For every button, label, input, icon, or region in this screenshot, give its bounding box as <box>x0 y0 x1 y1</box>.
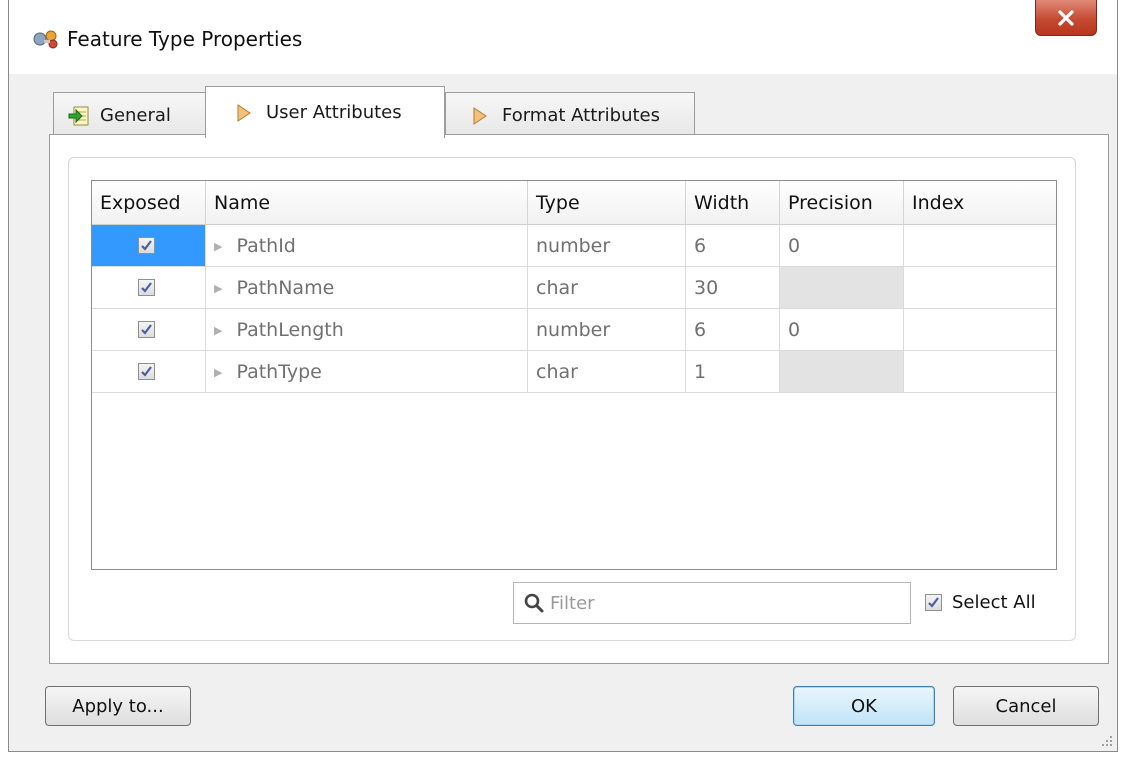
name-cell[interactable]: ▶ PathName <box>206 267 528 309</box>
attribute-name: PathName <box>236 277 335 299</box>
name-cell[interactable]: ▶ PathType <box>206 351 528 393</box>
precision-cell <box>780 267 904 309</box>
table-row[interactable]: ▶ PathType char 1 <box>92 351 1056 393</box>
table-row[interactable]: ▶ PathLength number 6 0 <box>92 309 1056 351</box>
exposed-checkbox[interactable] <box>138 363 155 380</box>
apply-to-button[interactable]: Apply to... <box>45 686 191 726</box>
column-header-name[interactable]: Name <box>206 181 528 225</box>
window-title: Feature Type Properties <box>67 27 303 51</box>
name-cell[interactable]: ▶ PathLength <box>206 309 528 351</box>
exposed-cell[interactable] <box>92 267 206 309</box>
column-header-exposed[interactable]: Exposed <box>92 181 206 225</box>
resize-grip-icon[interactable] <box>1101 735 1113 747</box>
ok-button[interactable]: OK <box>793 686 935 726</box>
table-row[interactable]: ▶ PathId number 6 0 <box>92 225 1056 267</box>
table-row[interactable]: ▶ PathName char 30 <box>92 267 1056 309</box>
name-cell[interactable]: ▶ PathId <box>206 225 528 267</box>
column-header-precision[interactable]: Precision <box>780 181 904 225</box>
tab-format-attributes-label: Format Attributes <box>502 105 661 126</box>
width-cell[interactable]: 6 <box>686 309 780 351</box>
type-cell[interactable]: number <box>528 309 686 351</box>
filter-input[interactable] <box>548 583 898 623</box>
width-cell[interactable]: 30 <box>686 267 780 309</box>
index-cell[interactable] <box>904 309 1056 351</box>
tab-general-label: General <box>100 105 171 126</box>
exposed-cell[interactable] <box>92 351 206 393</box>
checkmark-icon <box>141 324 152 335</box>
attribute-name: PathId <box>236 235 296 257</box>
tab-format-attributes[interactable]: Format Attributes <box>445 92 695 138</box>
column-header-index[interactable]: Index <box>904 181 1056 225</box>
index-cell[interactable] <box>904 225 1056 267</box>
attributes-group: Exposed Name Type Width Precision Index … <box>68 157 1076 641</box>
search-icon <box>524 593 544 613</box>
index-cell[interactable] <box>904 351 1056 393</box>
title-bar: Feature Type Properties <box>9 0 1117 74</box>
precision-cell[interactable]: 0 <box>780 309 904 351</box>
select-all-box[interactable] <box>925 594 942 611</box>
precision-cell <box>780 351 904 393</box>
attribute-name: PathType <box>236 361 322 383</box>
attribute-name: PathLength <box>236 319 344 341</box>
tab-user-attributes[interactable]: User Attributes <box>205 86 445 138</box>
checkmark-icon <box>141 366 152 377</box>
green-arrow-icon <box>68 106 89 125</box>
checkmark-icon <box>928 597 939 608</box>
type-cell[interactable]: char <box>528 351 686 393</box>
attribute-diamond-icon <box>473 106 487 125</box>
select-all-checkbox[interactable]: Select All <box>925 592 1036 613</box>
index-cell[interactable] <box>904 267 1056 309</box>
cancel-button[interactable]: Cancel <box>953 686 1099 726</box>
width-cell[interactable]: 6 <box>686 225 780 267</box>
tab-panel-user-attributes: Exposed Name Type Width Precision Index … <box>49 134 1109 664</box>
dialog-window: Feature Type Properties General User Att… <box>8 0 1118 752</box>
attribute-diamond-icon <box>237 103 251 122</box>
close-button[interactable] <box>1035 0 1097 36</box>
row-expand-arrow-icon: ▶ <box>214 323 223 337</box>
close-icon <box>1058 9 1074 26</box>
app-icon <box>33 30 58 49</box>
type-cell[interactable]: number <box>528 225 686 267</box>
attributes-table: Exposed Name Type Width Precision Index … <box>91 180 1057 570</box>
checkmark-icon <box>141 282 152 293</box>
select-all-label: Select All <box>952 592 1036 613</box>
tab-user-attributes-label: User Attributes <box>266 102 402 123</box>
filter-field[interactable] <box>513 582 911 624</box>
exposed-cell[interactable] <box>92 225 206 267</box>
column-header-width[interactable]: Width <box>686 181 780 225</box>
type-cell[interactable]: char <box>528 267 686 309</box>
exposed-checkbox[interactable] <box>138 237 155 254</box>
row-expand-arrow-icon: ▶ <box>214 281 223 295</box>
tab-general[interactable]: General <box>53 92 209 138</box>
exposed-checkbox[interactable] <box>138 279 155 296</box>
exposed-cell[interactable] <box>92 309 206 351</box>
column-header-type[interactable]: Type <box>528 181 686 225</box>
exposed-checkbox[interactable] <box>138 321 155 338</box>
precision-cell[interactable]: 0 <box>780 225 904 267</box>
row-expand-arrow-icon: ▶ <box>214 365 223 379</box>
table-header: Exposed Name Type Width Precision Index <box>92 181 1056 225</box>
width-cell[interactable]: 1 <box>686 351 780 393</box>
row-expand-arrow-icon: ▶ <box>214 239 223 253</box>
checkmark-icon <box>141 240 152 251</box>
